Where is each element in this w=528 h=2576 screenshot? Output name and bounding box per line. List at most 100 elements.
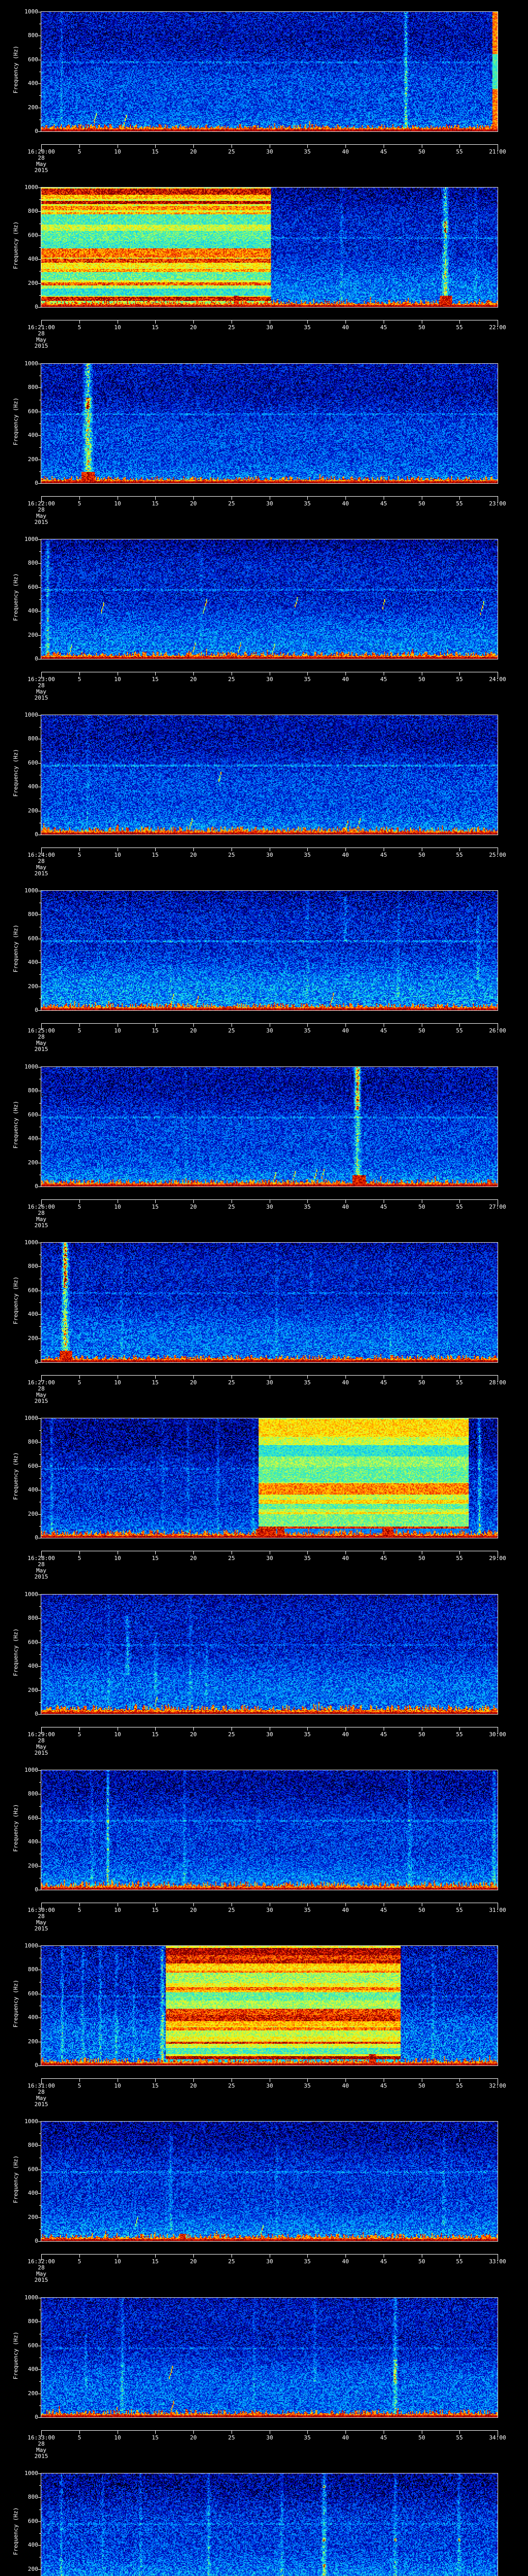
time-tick-label: 5: [77, 852, 81, 859]
time-tick-label: 30: [266, 1555, 273, 1562]
y-minor-tick-mark: [39, 271, 41, 272]
time-tick-mark: [155, 1199, 156, 1203]
time-tick-label: 20: [190, 852, 197, 859]
y-tick-label: 800: [28, 1614, 38, 1621]
y-tick-mark: [38, 1690, 41, 1691]
time-tick-label: 5: [77, 1731, 81, 1738]
time-tick-label: 5: [77, 2434, 81, 2441]
time-tick-mark: [345, 1375, 346, 1379]
time-tick-label: 5: [77, 1379, 81, 1386]
y-minor-tick-mark: [39, 1606, 41, 1607]
y-tick-label: 1000: [24, 1766, 39, 1773]
time-tick-label: 15: [152, 2258, 159, 2265]
time-tick-label: 35: [304, 1731, 311, 1738]
time-tick-label: 15: [152, 1379, 159, 1386]
y-minor-tick-mark: [39, 575, 41, 576]
time-tick-label: 45: [380, 2258, 387, 2265]
y-tick-mark: [38, 1418, 41, 1419]
y-tick-label: 600: [28, 1463, 38, 1470]
y-minor-tick-mark: [39, 551, 41, 552]
time-tick-label: 45: [380, 324, 387, 331]
y-minor-tick-mark: [39, 2485, 41, 2486]
time-tick-label: 15: [152, 852, 159, 859]
time-tick-mark: [307, 1902, 308, 1906]
y-tick-label: 200: [28, 104, 38, 111]
time-tick-label: 25: [228, 500, 235, 507]
time-tick-label: 50: [418, 2258, 425, 2265]
time-tick-label: 25: [228, 1027, 235, 1035]
date-line: 2015: [34, 1046, 48, 1053]
time-tick-label: 15: [152, 1027, 159, 1035]
y-minor-tick-mark: [39, 423, 41, 424]
time-tick-label: 50: [418, 1731, 425, 1738]
time-tick-label: 10: [114, 1731, 121, 1738]
time-tick-mark: [345, 848, 346, 852]
time-tick-label: 35: [304, 1906, 311, 1913]
y-tick-mark: [38, 1514, 41, 1515]
time-tick-mark: [79, 848, 80, 852]
y-tick-label: 1000: [24, 1063, 39, 1070]
time-tick-label: 55: [456, 2082, 463, 2090]
time-tick-label: 10: [114, 675, 121, 683]
spectrogram-plot: [41, 11, 498, 132]
y-tick-label: 800: [28, 2317, 38, 2325]
y-minor-tick-mark: [39, 599, 41, 600]
spectrogram-canvas: [41, 363, 498, 483]
time-tick-mark: [193, 496, 194, 500]
time-tick-label: 10: [114, 324, 121, 331]
time-tick-label: 15: [152, 2082, 159, 2090]
time-tick-label: 45: [380, 500, 387, 507]
time-tick-mark: [345, 320, 346, 324]
spectrogram-canvas: [41, 12, 498, 131]
y-tick-label: 0: [35, 655, 38, 662]
y-tick-mark: [38, 914, 41, 916]
time-tick-mark: [307, 671, 308, 675]
y-minor-tick-mark: [39, 471, 41, 472]
time-tick-mark: [345, 144, 346, 148]
time-tick-mark: [345, 1902, 346, 1906]
start-time-label: 16:22:00: [27, 500, 55, 507]
time-tick-label: 40: [342, 500, 349, 507]
time-tick-mark: [459, 320, 460, 324]
y-tick-label: 0: [35, 831, 38, 838]
y-tick-mark: [38, 1642, 41, 1643]
time-tick-label: 30: [266, 324, 273, 331]
time-tick-label: 5: [77, 500, 81, 507]
spectrogram-canvas: [41, 1946, 498, 2066]
y-tick-label: 200: [28, 2038, 38, 2045]
y-tick-mark: [38, 1442, 41, 1443]
time-tick-mark: [193, 2254, 194, 2258]
y-tick-label: 200: [28, 1511, 38, 1518]
y-tick-mark: [38, 1010, 41, 1011]
y-tick-label: 800: [28, 1262, 38, 1269]
time-tick-mark: [459, 2078, 460, 2082]
y-tick-label: 600: [28, 1286, 38, 1294]
y-tick-label: 800: [28, 735, 38, 742]
y-minor-tick-mark: [39, 2229, 41, 2230]
time-tick-mark: [459, 671, 460, 675]
time-tick-label: 35: [304, 852, 311, 859]
time-tick-label: 50: [418, 1203, 425, 1210]
time-tick-mark: [345, 2078, 346, 2082]
y-tick-label: 600: [28, 2342, 38, 2349]
time-tick-label: 5: [77, 1555, 81, 1562]
y-minor-tick-mark: [39, 247, 41, 248]
y-axis-title: Frequency (Hz): [12, 2507, 19, 2555]
y-minor-tick-mark: [39, 95, 41, 96]
time-tick-mark: [193, 144, 194, 148]
y-tick-label: 1000: [24, 184, 39, 191]
time-tick-label: 55: [456, 1379, 463, 1386]
y-tick-mark: [38, 1818, 41, 1819]
y-minor-tick-mark: [39, 1526, 41, 1527]
spectrogram-plot: [41, 2472, 498, 2576]
time-tick-label: 45: [380, 1203, 387, 1210]
time-tick-label: 45: [380, 1906, 387, 1913]
time-tick-label: 25: [228, 675, 235, 683]
time-tick-mark: [459, 144, 460, 148]
time-tick-label: 30: [266, 2434, 273, 2441]
time-tick-label: 20: [190, 1027, 197, 1035]
time-tick-label: 55: [456, 1906, 463, 1913]
y-tick-mark: [38, 962, 41, 963]
date-line: 2015: [34, 870, 48, 877]
spectrogram-plot: [41, 1418, 498, 1539]
